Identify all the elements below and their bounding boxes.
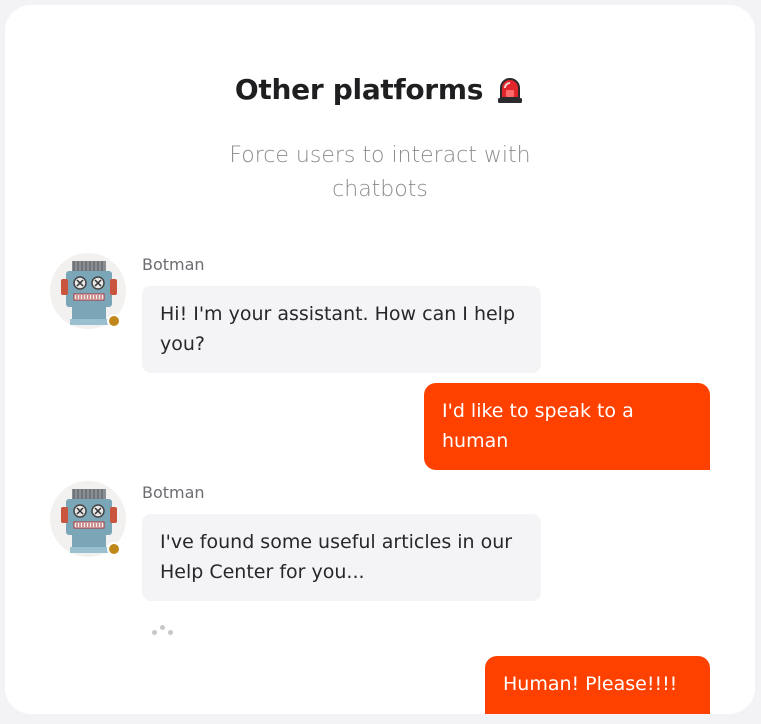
sender-name: Botman <box>142 255 205 274</box>
title-row: Other platforms <box>5 73 755 106</box>
bot-avatar <box>50 253 126 329</box>
online-status-dot <box>107 314 121 328</box>
bot-avatar <box>50 481 126 557</box>
page-subtitle: Force users to interact with chatbots <box>229 143 531 202</box>
bot-typing-icon <box>152 623 182 637</box>
siren-icon <box>495 76 525 104</box>
chat-comparison-card: Other platforms Force users to interact … <box>5 5 755 714</box>
bot-message: Hi! I'm your assistant. How can I help y… <box>142 286 541 373</box>
online-status-dot <box>107 542 121 556</box>
user-message: Human! Please!!!! <box>485 656 710 714</box>
bot-message: I've found some useful articles in our H… <box>142 514 541 601</box>
user-message: I'd like to speak to a human <box>424 383 710 470</box>
page-title: Other platforms <box>234 73 484 106</box>
sender-name: Botman <box>142 483 205 502</box>
